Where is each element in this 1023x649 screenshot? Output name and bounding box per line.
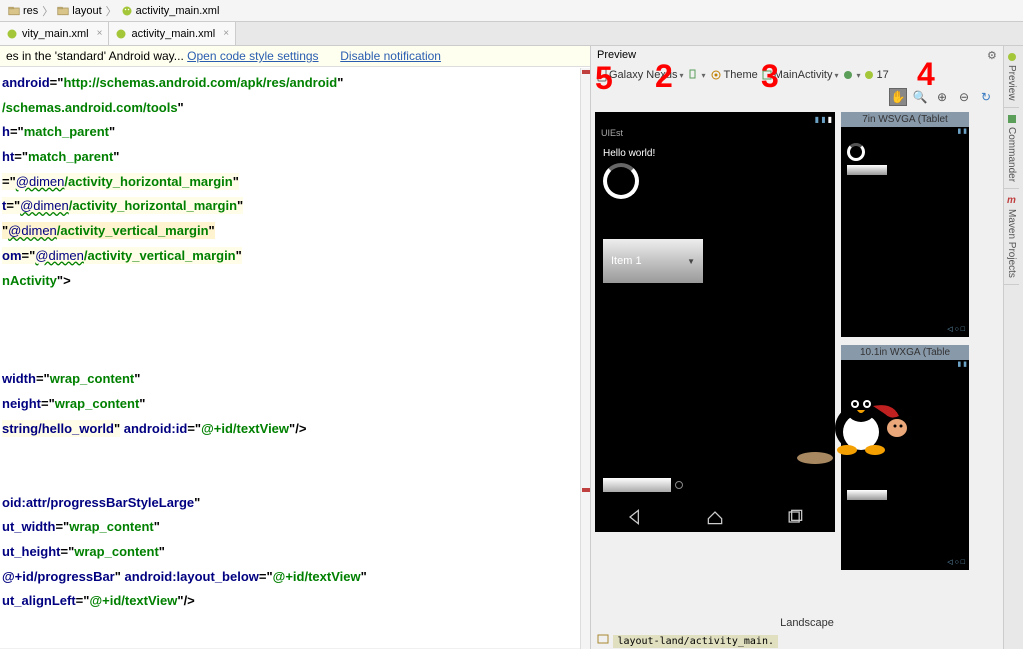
code-line[interactable]: oid:attr/progressBarStyleLarge": [2, 491, 590, 516]
code-line[interactable]: ut_height="wrap_content": [2, 540, 590, 565]
zoom-in-icon[interactable]: ⊕: [933, 88, 951, 106]
dropdown-arrow-icon: ▼: [687, 257, 695, 266]
progress-indicator: [603, 163, 639, 199]
annotation-4: 4: [917, 56, 935, 93]
editor-pane: es in the 'standard' Android way... Open…: [0, 46, 590, 649]
tab-close-icon[interactable]: ×: [97, 28, 103, 39]
app-title: UIEst: [595, 126, 835, 140]
code-line[interactable]: [2, 293, 590, 318]
gear-icon[interactable]: ⚙: [987, 49, 999, 61]
api-selector[interactable]: 17: [864, 69, 888, 81]
spinner-small: [847, 490, 887, 500]
code-line[interactable]: [2, 441, 590, 466]
sidebar-tab-preview[interactable]: Preview: [1004, 46, 1019, 108]
sidebar-tab-maven[interactable]: m Maven Projects: [1004, 189, 1019, 285]
code-line[interactable]: om="@dimen/activity_vertical_margin": [2, 244, 590, 269]
preview-pane: Preview ⚙ →| 5 Galaxy Nexus▾ 2 ▾ Theme 3: [590, 46, 1023, 649]
sidebar-tab-commander[interactable]: Commander: [1004, 108, 1019, 189]
code-line[interactable]: ht="match_parent": [2, 145, 590, 170]
layout-file-icon: [597, 634, 609, 644]
device-preview-main: ▮ ▮ ▮ UIEst Hello world! Item 1 ▼: [595, 112, 835, 532]
grab-icon[interactable]: ✋: [889, 88, 907, 106]
code-line[interactable]: h="match_parent": [2, 120, 590, 145]
preview-canvas[interactable]: ▮ ▮ ▮ UIEst Hello world! Item 1 ▼: [591, 108, 1023, 615]
spinner[interactable]: Item 1 ▼: [603, 239, 703, 283]
status-bar: ▮ ▮ ▮: [595, 112, 835, 126]
preview-toolbar: 5 Galaxy Nexus▾ 2 ▾ Theme 3 MainActivity…: [591, 64, 1023, 86]
code-style-notice: es in the 'standard' Android way... Open…: [0, 46, 590, 67]
radio-button[interactable]: [675, 481, 683, 489]
device-preview-7in[interactable]: 7in WSVGA (Tablet ▮ ▮ ◁ ○ □: [841, 112, 969, 337]
crumb-res[interactable]: res: [4, 5, 42, 17]
open-code-style-link[interactable]: Open code style settings: [187, 49, 318, 63]
crumb-layout[interactable]: layout: [53, 5, 105, 17]
tool-window-tabs: Preview Commander m Maven Projects: [1003, 46, 1023, 649]
tab-close-icon[interactable]: ×: [223, 28, 229, 39]
preview-path: layout-land/activity_main.: [613, 635, 778, 648]
spinner-small: [847, 165, 887, 175]
code-line[interactable]: android="http://schemas.android.com/apk/…: [2, 71, 590, 96]
device-preview-10in[interactable]: 10.1in WXGA (Table ▮ ▮: [841, 345, 969, 570]
disable-notification-link[interactable]: Disable notification: [340, 49, 441, 63]
code-line[interactable]: [2, 466, 590, 491]
home-icon[interactable]: [705, 507, 725, 527]
code-line[interactable]: ="@dimen/activity_horizontal_margin": [2, 170, 590, 195]
edit-field[interactable]: [603, 478, 671, 492]
code-line[interactable]: t="@dimen/activity_horizontal_margin": [2, 194, 590, 219]
zoom-out-icon[interactable]: ⊖: [955, 88, 973, 106]
error-stripe[interactable]: [580, 68, 590, 649]
code-line[interactable]: nActivity">: [2, 269, 590, 294]
code-line[interactable]: ut_alignLeft="@+id/textView"/>: [2, 589, 590, 614]
recent-icon[interactable]: [785, 507, 805, 527]
code-line[interactable]: [2, 343, 590, 368]
refresh-icon[interactable]: ↻: [977, 88, 995, 106]
code-line[interactable]: @+id/progressBar" android:layout_below="…: [2, 565, 590, 590]
annotation-2: 2: [655, 58, 673, 95]
code-line[interactable]: /schemas.android.com/tools": [2, 96, 590, 121]
mascot-icon: [823, 380, 913, 460]
code-line[interactable]: neight="wrap_content": [2, 392, 590, 417]
annotation-3: 3: [761, 58, 779, 95]
progress-indicator-small: [847, 143, 865, 161]
orientation-selector[interactable]: ▾: [688, 69, 706, 81]
theme-selector[interactable]: Theme: [710, 69, 758, 81]
crumb-file[interactable]: activity_main.xml: [117, 5, 224, 17]
nav-bar: [595, 502, 835, 532]
preview-orientation-label: Landscape: [591, 615, 1023, 631]
code-line[interactable]: string/hello_world" android:id="@+id/tex…: [2, 417, 590, 442]
editor-tabs: vity_main.xml × activity_main.xml ×: [0, 22, 1023, 46]
code-line[interactable]: [2, 318, 590, 343]
code-line[interactable]: ut_width="wrap_content": [2, 515, 590, 540]
code-line[interactable]: width="wrap_content": [2, 367, 590, 392]
back-icon[interactable]: [625, 507, 645, 527]
editor-area[interactable]: android="http://schemas.android.com/apk/…: [0, 67, 590, 648]
locale-selector[interactable]: ▾: [842, 70, 860, 80]
code-line[interactable]: "@dimen/activity_vertical_margin": [2, 219, 590, 244]
hello-text: Hello world!: [603, 148, 827, 159]
annotation-5: 5: [595, 60, 613, 97]
tab-1[interactable]: activity_main.xml ×: [109, 22, 236, 45]
tab-0[interactable]: vity_main.xml ×: [0, 22, 109, 45]
breadcrumb: res 〉 layout 〉 activity_main.xml: [0, 0, 1023, 22]
